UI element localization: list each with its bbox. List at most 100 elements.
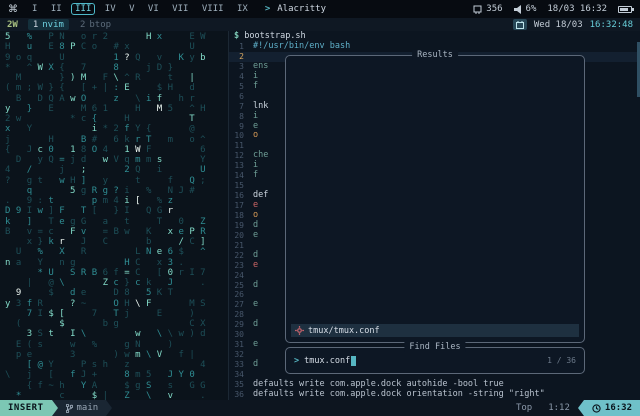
line-number: 2 xyxy=(239,51,244,61)
line-number: 14 xyxy=(234,171,244,181)
find-files-title: Find Files xyxy=(404,342,466,352)
results-title: Results xyxy=(412,50,458,60)
line-number: 26 xyxy=(234,290,244,300)
tmux-session-name: 2W xyxy=(7,19,18,30)
file-name: bootstrap.sh xyxy=(244,31,306,41)
terminal-window: ⌘ I II III IV V VI VII VIII IX > Alacrit… xyxy=(0,0,640,416)
line-text: e xyxy=(253,229,259,240)
git-branch-icon xyxy=(65,403,73,413)
workspace-V[interactable]: V xyxy=(125,3,138,15)
line-number: 20 xyxy=(234,230,244,240)
line-text: e xyxy=(253,259,259,270)
tmux-status-bar: 2W 1 nvim 2 btop Wed 18/03 16:32:48 xyxy=(0,18,640,31)
line-text: #!/usr/bin/env bash xyxy=(253,41,351,51)
os-logo-icon[interactable]: ⌘ xyxy=(8,4,18,15)
workspace-VI[interactable]: VI xyxy=(144,3,163,15)
selected-result-path: tmux/tmux.conf xyxy=(308,325,380,336)
clock-icon xyxy=(592,403,601,413)
line-text: e xyxy=(253,299,259,310)
tmux-time: 16:32:48 xyxy=(589,19,633,30)
line-number: 33 xyxy=(234,360,244,369)
workspace-IV[interactable]: IV xyxy=(101,3,120,15)
line-number: 4 xyxy=(239,71,244,81)
line-number: 34 xyxy=(234,369,244,379)
line-number: 1 xyxy=(239,42,244,51)
line-number: 3 xyxy=(239,61,244,71)
workspace-I[interactable]: I xyxy=(28,3,41,15)
line-number: 25 xyxy=(234,280,244,290)
tmux-window-nvim[interactable]: 1 nvim xyxy=(27,19,69,30)
line-text: o xyxy=(253,130,259,141)
volume-indicator: 6% xyxy=(513,4,536,14)
line-number: 13 xyxy=(234,161,244,171)
line-number: 30 xyxy=(234,330,244,340)
line-number: 23 xyxy=(234,260,244,270)
nvim-statusline: INSERT main Top 1:12 16:32 xyxy=(0,400,640,416)
line-text: i xyxy=(253,110,259,121)
focused-app-title: Alacritty xyxy=(277,4,327,14)
line-number: 36 xyxy=(234,389,244,399)
prompt-icon: > xyxy=(294,355,300,366)
gear-icon xyxy=(295,326,304,335)
line-number: 9 xyxy=(239,121,244,131)
cursor-position: 1:12 xyxy=(548,403,570,413)
tmux-window-btop[interactable]: 2 btop xyxy=(77,20,114,30)
calendar-icon xyxy=(512,19,527,30)
line-number: 11 xyxy=(234,141,244,151)
selected-result-row[interactable]: tmux/tmux.conf xyxy=(291,324,579,337)
line-number: 7 xyxy=(239,101,244,111)
git-branch-segment[interactable]: main xyxy=(57,400,107,416)
line-number: 24 xyxy=(234,270,244,280)
mode-indicator: INSERT xyxy=(0,400,52,416)
tmux-date: Wed 18/03 xyxy=(533,19,583,30)
line-number: 35 xyxy=(234,379,244,389)
shell-script-icon: $ xyxy=(234,31,240,41)
memory-icon xyxy=(473,5,482,14)
line-number: 15 xyxy=(234,181,244,191)
powerline-separator xyxy=(106,400,113,416)
line-number: 10 xyxy=(234,131,244,141)
window-name: btop xyxy=(89,19,112,30)
line-number: 16 xyxy=(234,191,244,201)
workspace-II[interactable]: II xyxy=(47,3,66,15)
system-menu-bar: ⌘ I II III IV V VI VII VIII IX > Alacrit… xyxy=(0,0,640,18)
line-number: 31 xyxy=(234,340,244,350)
window-name: nvim xyxy=(42,19,64,30)
line-text: d xyxy=(253,279,259,290)
line-number: 12 xyxy=(234,151,244,161)
search-query: tmux.conf xyxy=(304,355,351,366)
matrix-rain-output: 5 % P N o r 2 H x E W H u E 8 P C o # x … xyxy=(5,32,206,400)
line-number: 29 xyxy=(234,320,244,330)
clock-indicator: 18/03 16:32 xyxy=(547,4,607,14)
volume-icon xyxy=(513,4,521,14)
line-number: 22 xyxy=(234,250,244,260)
window-number: 2 xyxy=(79,19,86,30)
text-cursor xyxy=(351,355,357,366)
line-number: 5 xyxy=(239,81,244,91)
line-number: 27 xyxy=(234,300,244,310)
line-text: d xyxy=(253,359,259,369)
battery-icon xyxy=(618,5,634,13)
matrix-rain-pane[interactable]: 5 % P N o r 2 H x E W H u E 8 P C o # x … xyxy=(0,31,229,400)
workspace-VIII[interactable]: VIII xyxy=(198,3,228,15)
line-number: 6 xyxy=(239,91,244,101)
line-number: 17 xyxy=(234,201,244,210)
line-number: 8 xyxy=(239,111,244,121)
telescope-prompt-window: Find Files > tmux.conf 1 / 36 xyxy=(285,342,585,374)
workspace-III[interactable]: III xyxy=(71,2,96,15)
chevron-icon: > xyxy=(264,4,271,14)
nvim-editor-pane[interactable]: $ bootstrap.sh 1 #!/usr/bin/env bash 2 3 ens… xyxy=(229,31,640,400)
buffer-line-36[interactable]: 36 defaults write com.apple.dock orientat… xyxy=(229,388,640,400)
workspace-IX[interactable]: IX xyxy=(233,3,252,15)
memory-indicator: 356 xyxy=(473,4,503,14)
workspace-VII[interactable]: VII xyxy=(168,3,192,15)
line-number: 18 xyxy=(234,210,244,220)
line-number: 28 xyxy=(234,310,244,320)
line-text: defaults write com.apple.dock orientatio… xyxy=(253,388,545,399)
statusline-clock: 16:32 xyxy=(583,400,640,416)
line-text: f xyxy=(253,170,259,181)
line-text: e xyxy=(253,339,259,350)
window-number: 1 xyxy=(32,19,39,30)
result-counter: 1 / 36 xyxy=(547,356,576,365)
line-number: 32 xyxy=(234,350,244,360)
